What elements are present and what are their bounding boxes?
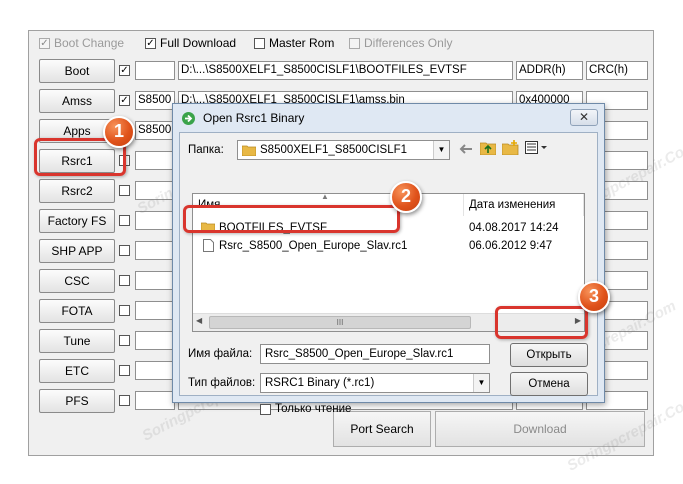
scroll-left-icon[interactable]: ◀ <box>196 316 202 325</box>
readonly-checkbox[interactable] <box>260 403 271 415</box>
file-button-rsrc2[interactable]: Rsrc2 <box>39 179 115 203</box>
file-button-amss[interactable]: Amss <box>39 89 115 113</box>
step-badge-2: 2 <box>390 181 422 213</box>
column-date[interactable]: Дата изменения <box>464 194 584 216</box>
file-button-pfs[interactable]: PFS <box>39 389 115 413</box>
file-button-boot[interactable]: Boot <box>39 59 115 83</box>
folder-select-value: S8500XELF1_S8500CISLF1 <box>260 144 408 156</box>
file-button-csc[interactable]: CSC <box>39 269 115 293</box>
file-icon <box>203 239 214 258</box>
new-folder-icon[interactable] <box>501 140 519 158</box>
boot-change-label: Boot Change <box>54 36 125 50</box>
model-field <box>135 361 175 380</box>
readonly-option[interactable]: Только чтение <box>260 403 351 415</box>
row-checkbox[interactable] <box>119 365 130 376</box>
full-download-option[interactable]: ✓ Full Download <box>145 36 236 50</box>
folder-select[interactable]: S8500XELF1_S8500CISLF1 ▼ <box>237 140 450 160</box>
master-rom-checkbox[interactable] <box>254 37 265 49</box>
master-rom-option[interactable]: Master Rom <box>254 36 334 50</box>
boot-change-checkbox: ✓ <box>39 37 50 49</box>
full-download-label: Full Download <box>160 36 237 50</box>
full-download-checkbox[interactable]: ✓ <box>145 37 156 49</box>
column-type[interactable]: Ти <box>584 194 585 216</box>
file-button-etc[interactable]: ETC <box>39 359 115 383</box>
filetype-value: RSRC1 Binary (*.rc1) <box>265 377 375 389</box>
open-highlight <box>495 306 588 339</box>
scrollbar-thumb[interactable]: III <box>209 316 471 329</box>
row-checkbox[interactable] <box>119 185 130 196</box>
file-button-shp-app[interactable]: SHP APP <box>39 239 115 263</box>
file-button-factory-fs[interactable]: Factory FS <box>39 209 115 233</box>
row-checkbox[interactable] <box>119 395 130 406</box>
filetype-select[interactable]: RSRC1 Binary (*.rc1) ▼ <box>260 373 490 393</box>
row-checkbox[interactable]: ✓ <box>119 95 130 106</box>
differences-only-label: Differences Only <box>364 36 453 50</box>
filename-input[interactable]: Rsrc_S8500_Open_Europe_Slav.rc1 <box>260 344 490 364</box>
boot-change-option: ✓ Boot Change <box>39 36 124 50</box>
filename-label: Имя файла: <box>188 348 253 360</box>
dialog-close-button[interactable]: ✕ <box>570 109 598 126</box>
open-button[interactable]: Открыть <box>510 343 588 367</box>
port-search-button[interactable]: Port Search <box>333 411 431 447</box>
model-field <box>135 61 175 80</box>
view-menu-icon[interactable] <box>525 141 547 157</box>
folder-icon <box>241 144 257 162</box>
file-date: 04.08.2017 14:24 <box>469 222 559 234</box>
back-arrow-icon[interactable] <box>458 142 474 159</box>
row-checkbox[interactable]: ✓ <box>119 65 130 76</box>
row-checkbox[interactable] <box>119 335 130 346</box>
model-field <box>135 331 175 350</box>
filetype-label: Тип файлов: <box>188 377 256 389</box>
model-field <box>135 151 175 170</box>
master-rom-label: Master Rom <box>269 36 335 50</box>
chevron-down-icon[interactable]: ▼ <box>433 141 449 159</box>
shield-arrow-icon <box>181 111 196 129</box>
dialog-body: Папка: S8500XELF1_S8500CISLF1 ▼ Имя ▲ Да… <box>179 132 598 415</box>
step-badge-3: 3 <box>578 281 610 313</box>
sort-up-icon: ▲ <box>321 193 329 201</box>
crc-field: CRC(h) <box>586 61 648 80</box>
file-button-fota[interactable]: FOTA <box>39 299 115 323</box>
row-checkbox[interactable] <box>119 305 130 316</box>
list-item-selected[interactable]: Rsrc_S8500_Open_Europe_Slav.rc1 06.06.20… <box>193 237 584 255</box>
chevron-down-icon[interactable]: ▼ <box>473 374 489 392</box>
file-name: Rsrc_S8500_Open_Europe_Slav.rc1 <box>219 240 408 252</box>
row-checkbox[interactable] <box>119 275 130 286</box>
cancel-button[interactable]: Отмена <box>510 372 588 396</box>
file-button-tune[interactable]: Tune <box>39 329 115 353</box>
file-date: 06.06.2012 9:47 <box>469 240 553 252</box>
model-field <box>135 241 175 260</box>
folder-up-icon[interactable] <box>479 141 497 158</box>
dialog-titlebar[interactable]: Open Rsrc1 Binary ✕ <box>173 104 604 132</box>
differences-only-checkbox <box>349 37 360 49</box>
addr-field: ADDR(h) <box>516 61 583 80</box>
step-badge-1: 1 <box>103 116 135 148</box>
model-field <box>135 271 175 290</box>
file-highlight <box>183 205 400 233</box>
dialog-title: Open Rsrc1 Binary <box>203 111 305 125</box>
model-field: S8500 <box>135 91 175 110</box>
row-checkbox[interactable] <box>119 215 130 226</box>
row-checkbox[interactable] <box>119 245 130 256</box>
model-field <box>135 391 175 410</box>
folder-label: Папка: <box>188 144 224 156</box>
readonly-label: Только чтение <box>275 403 352 415</box>
open-file-dialog: Open Rsrc1 Binary ✕ Папка: S8500XELF1_S8… <box>172 103 605 415</box>
path-field: D:\...\S8500XELF1_S8500CISLF1\BOOTFILES_… <box>178 61 513 80</box>
model-field: S8500 <box>135 121 175 140</box>
differences-only-option: Differences Only <box>349 36 452 50</box>
model-field <box>135 301 175 320</box>
